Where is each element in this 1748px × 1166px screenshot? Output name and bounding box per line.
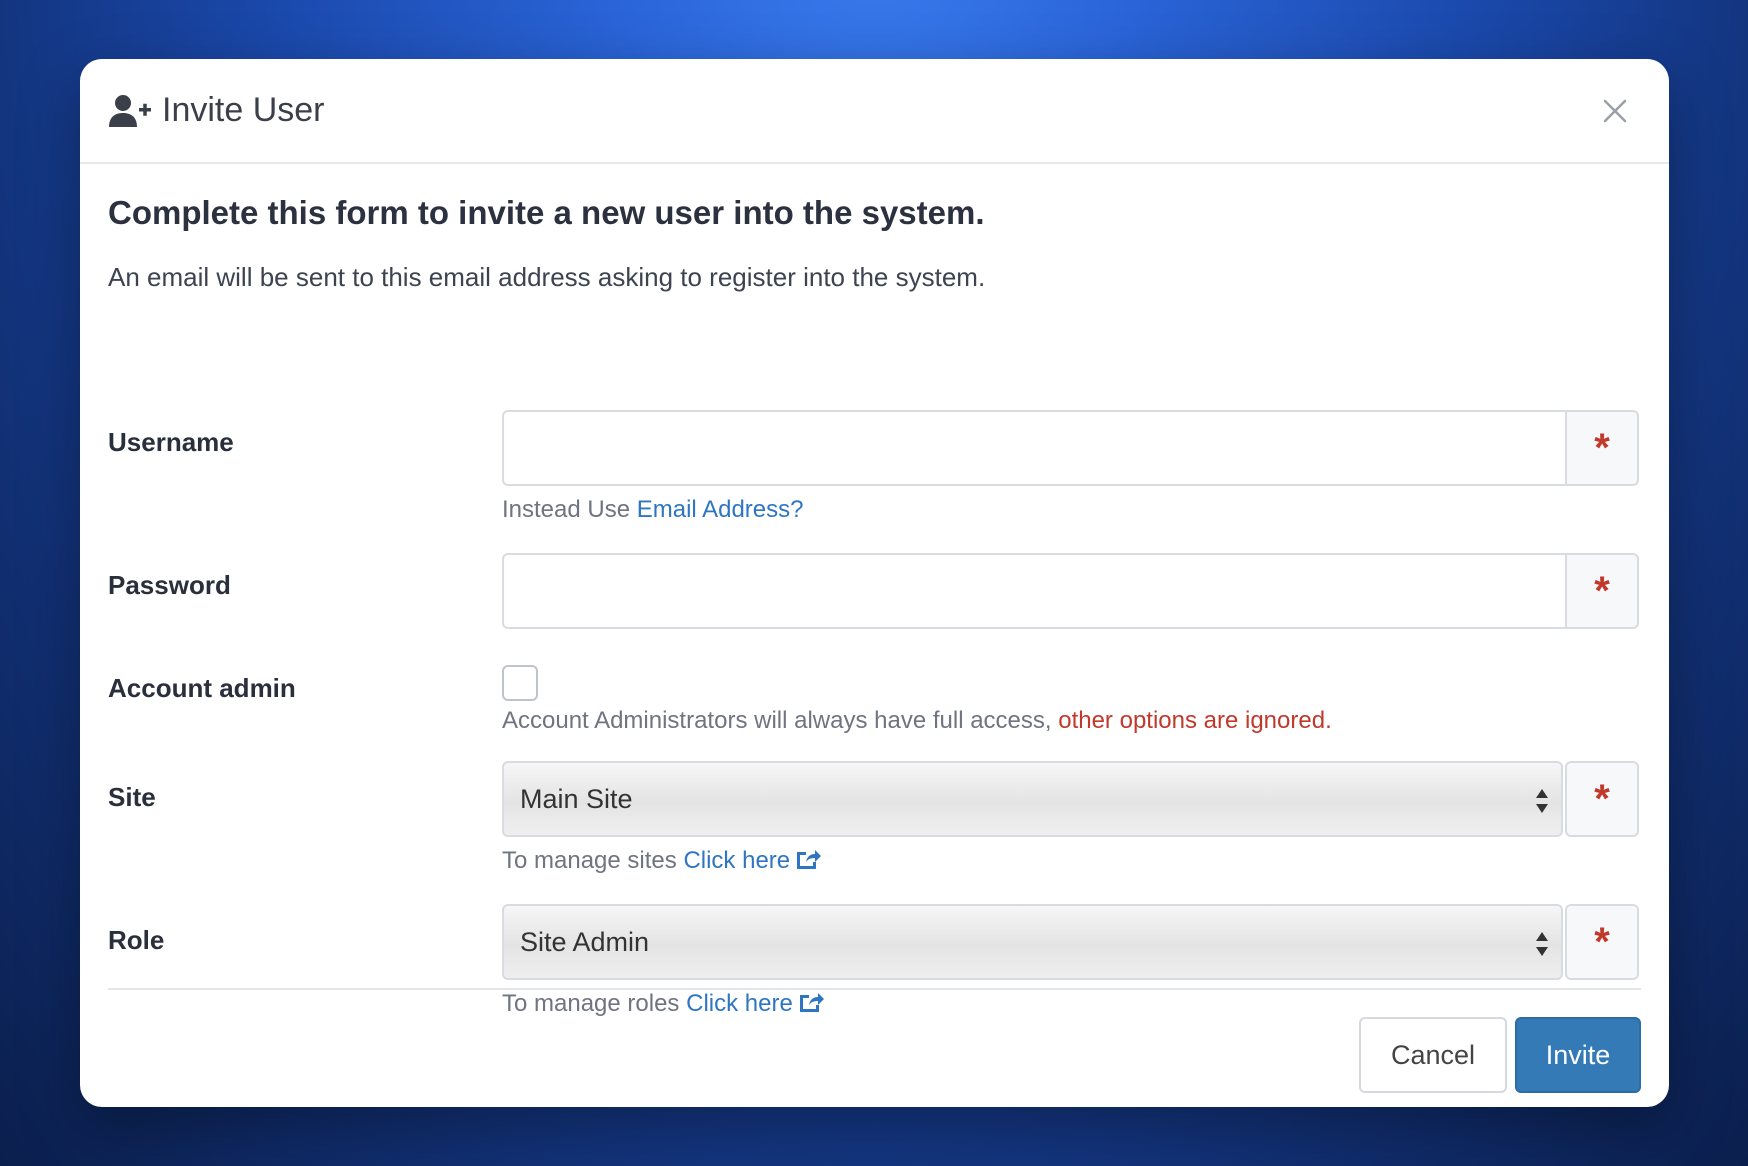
account-admin-help-text: Account Administrators will always have … — [502, 707, 1059, 734]
username-required-indicator: * — [1565, 410, 1639, 486]
role-required-indicator: * — [1565, 904, 1639, 980]
username-label: Username — [108, 427, 234, 457]
role-help-prefix: To manage roles — [502, 990, 687, 1017]
password-input[interactable] — [502, 553, 1565, 629]
form-description: An email will be sent to this email addr… — [108, 262, 986, 292]
username-field-group: * Instead Use Email Address? — [502, 410, 1639, 524]
password-label: Password — [108, 570, 231, 600]
invite-user-modal: Invite User Complete this form to invite… — [80, 59, 1669, 1107]
external-link-icon — [797, 850, 822, 869]
external-link-icon — [799, 993, 824, 1012]
username-input[interactable] — [502, 410, 1565, 486]
site-help-prefix: To manage sites — [502, 847, 684, 874]
modal-footer: Cancel Invite — [1359, 1017, 1641, 1093]
modal-title: Invite User — [162, 91, 325, 129]
select-arrows-icon — [1536, 932, 1548, 956]
role-field-group: Site Admin * To manage roles Click here — [502, 904, 1639, 1018]
password-required-indicator: * — [1565, 553, 1639, 629]
close-icon[interactable] — [1595, 91, 1635, 131]
role-help: To manage roles Click here — [502, 990, 1639, 1018]
manage-sites-link-label: Click here — [683, 847, 791, 874]
manage-sites-link[interactable]: Click here — [683, 847, 822, 874]
username-help-prefix: Instead Use — [502, 496, 637, 523]
account-admin-field-group: Account Administrators will always have … — [502, 665, 1639, 735]
site-selected-value: Main Site — [520, 783, 633, 814]
modal-header: Invite User — [80, 59, 1669, 164]
site-select[interactable]: Main Site — [502, 761, 1563, 837]
user-plus-icon — [109, 94, 151, 127]
password-field-group: * — [502, 553, 1639, 629]
role-select[interactable]: Site Admin — [502, 904, 1563, 980]
manage-roles-link-label: Click here — [686, 990, 793, 1017]
account-admin-warning: other options are ignored. — [1058, 707, 1332, 734]
username-help: Instead Use Email Address? — [502, 496, 1639, 524]
select-arrows-icon — [1536, 789, 1548, 813]
use-email-link[interactable]: Email Address? — [637, 496, 804, 523]
form-heading: Complete this form to invite a new user … — [108, 194, 985, 231]
cancel-button[interactable]: Cancel — [1359, 1017, 1507, 1093]
invite-button[interactable]: Invite — [1515, 1017, 1641, 1093]
account-admin-label: Account admin — [108, 673, 296, 703]
footer-divider — [108, 988, 1641, 990]
manage-roles-link[interactable]: Click here — [686, 990, 825, 1017]
site-field-group: Main Site * To manage sites Click here — [502, 761, 1639, 875]
site-help: To manage sites Click here — [502, 847, 1639, 875]
site-label: Site — [108, 782, 156, 812]
account-admin-checkbox[interactable] — [502, 665, 538, 701]
site-required-indicator: * — [1565, 761, 1639, 837]
account-admin-help: Account Administrators will always have … — [502, 707, 1639, 735]
role-label: Role — [108, 925, 165, 955]
role-selected-value: Site Admin — [520, 926, 650, 957]
